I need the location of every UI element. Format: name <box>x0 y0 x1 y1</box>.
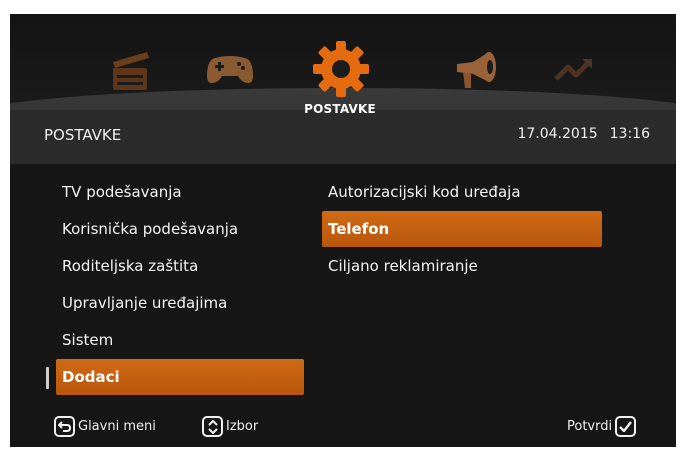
confirm-hint[interactable]: Potvrdi <box>567 416 637 437</box>
select-hint[interactable]: Izbor <box>202 416 258 437</box>
confirm-label: Potvrdi <box>567 419 613 434</box>
menu-item-device-auth-code[interactable]: Autorizacijski kod uređaja <box>322 174 602 210</box>
gear-icon[interactable] <box>308 36 374 102</box>
left-menu: TV podešavanja Korisnička podešavanja Ro… <box>56 174 304 396</box>
right-menu: Autorizacijski kod uređaja Telefon Cilja… <box>322 174 602 285</box>
menu-item-phone[interactable]: Telefon <box>322 211 602 247</box>
tv-settings-screen: POSTAVKE POSTAVKE 17.04.2015 13:16 TV po… <box>10 14 676 447</box>
datetime: 17.04.2015 13:16 <box>517 126 650 142</box>
menu-item-device-management[interactable]: Upravljanje uređajima <box>56 285 304 321</box>
menu-item-user-settings[interactable]: Korisnička podešavanja <box>56 211 304 247</box>
time-text: 13:16 <box>609 126 650 142</box>
menu-item-addons[interactable]: Dodaci <box>56 359 304 395</box>
megaphone-icon[interactable] <box>446 42 506 98</box>
select-label: Izbor <box>226 419 259 434</box>
up-down-key-icon <box>202 416 223 437</box>
checkmark-key-icon <box>615 416 637 437</box>
page-title: POSTAVKE <box>44 126 122 144</box>
date-text: 17.04.2015 <box>517 126 598 142</box>
scroll-indicator <box>46 367 49 389</box>
menu-item-targeted-ads[interactable]: Ciljano reklamiranje <box>322 248 602 284</box>
trend-arrow-icon[interactable] <box>544 42 604 98</box>
back-key-icon <box>54 416 75 437</box>
menu-item-system[interactable]: Sistem <box>56 322 304 358</box>
clapperboard-icon[interactable] <box>100 42 160 98</box>
back-hint[interactable]: Glavni meni <box>54 416 156 437</box>
back-label: Glavni meni <box>78 419 156 434</box>
active-section-label: POSTAVKE <box>304 102 376 116</box>
menu-item-tv-settings[interactable]: TV podešavanja <box>56 174 304 210</box>
gamepad-icon[interactable] <box>200 42 260 98</box>
menu-item-parental-control[interactable]: Roditeljska zaštita <box>56 248 304 284</box>
